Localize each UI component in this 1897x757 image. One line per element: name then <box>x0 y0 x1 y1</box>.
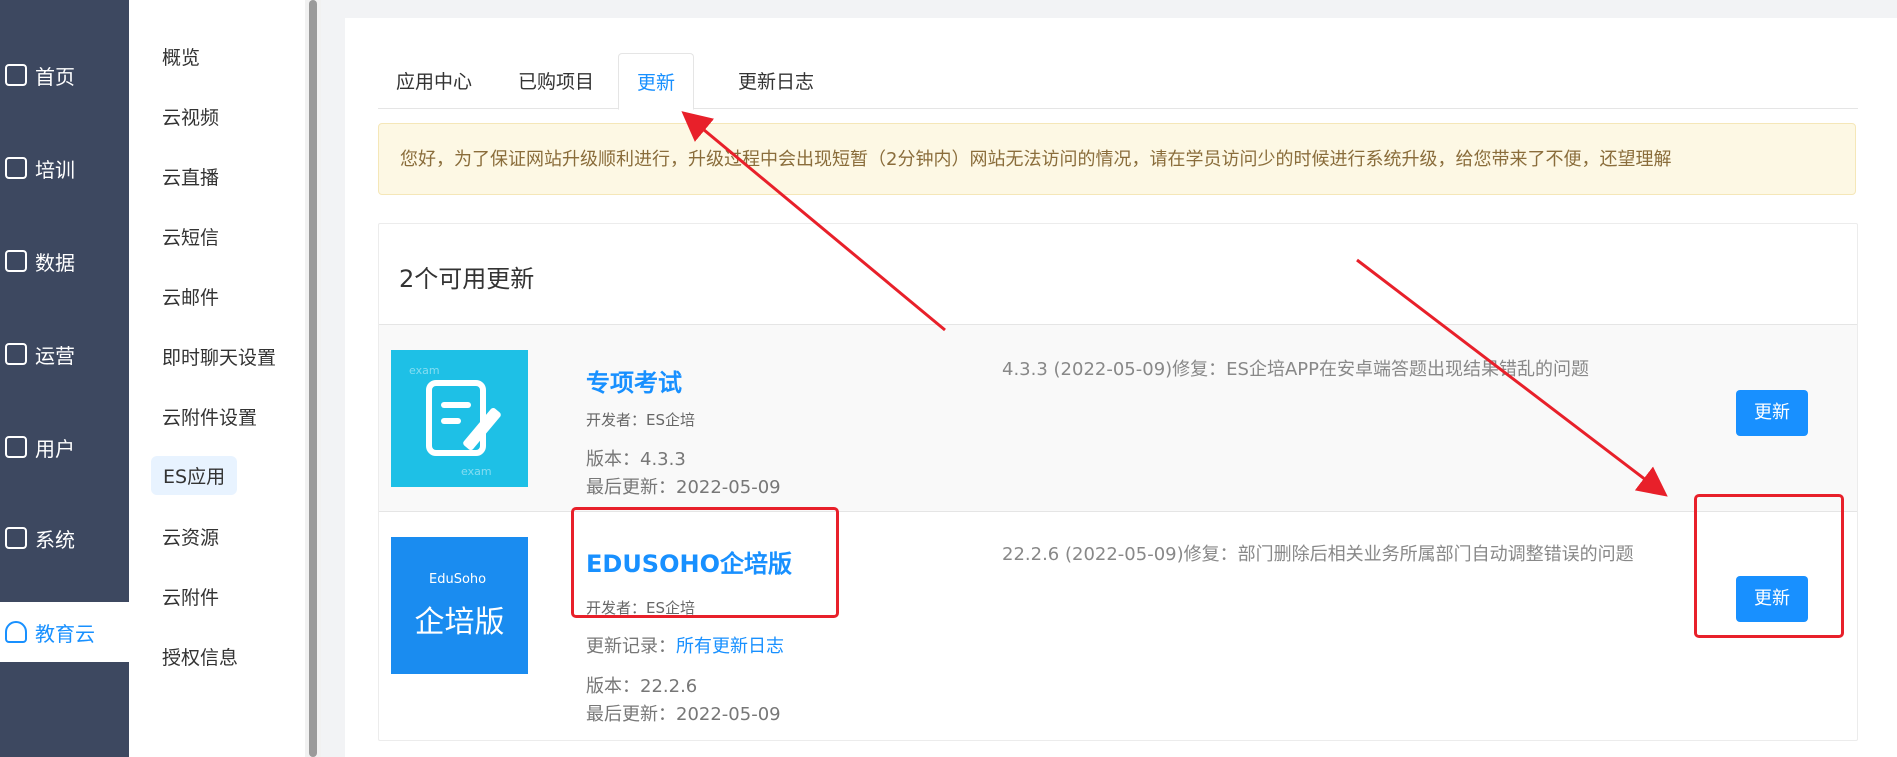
sub-nav: 概览 云视频 云直播 云短信 云邮件 即时聊天设置 云附件设置 ES应用 云资源… <box>129 0 309 757</box>
nav-item-edu-cloud[interactable]: 教育云 <box>0 602 129 662</box>
nav-item-training[interactable]: 培训 <box>0 138 129 198</box>
subnav-item-cloud-video[interactable]: 云视频 <box>162 103 219 130</box>
upgrade-warning-alert: 您好，为了保证网站升级顺利进行，升级过程中会出现短暂（2分钟内）网站无法访问的情… <box>378 123 1856 195</box>
doc-line <box>441 402 471 408</box>
subnav-item-cloud-live[interactable]: 云直播 <box>162 163 219 190</box>
main-nav: 首页 培训 数据 运营 用户 系统 教育云 <box>0 0 129 757</box>
user-icon <box>5 436 27 458</box>
app-version: 版本：22.2.6 <box>586 676 698 697</box>
app-changelog: 22.2.6 (2022-05-09)修复：部门删除后相关业务所属部门自动调整错… <box>1002 544 1634 565</box>
app-developer: 开发者：ES企培 <box>586 411 695 429</box>
nav-item-label: 用户 <box>35 436 75 461</box>
nav-item-system[interactable]: 系统 <box>0 508 129 568</box>
thumb-title: 企培版 <box>414 605 505 640</box>
subnav-item-attachment-settings[interactable]: 云附件设置 <box>162 403 257 430</box>
app-last-updated: 最后更新：2022-05-09 <box>586 704 781 725</box>
main-content: 应用中心 已购项目 更新 更新日志 您好，为了保证网站升级顺利进行，升级过程中会… <box>345 18 1897 757</box>
all-update-logs-link[interactable]: 所有更新日志 <box>676 636 784 657</box>
command-icon <box>5 343 27 365</box>
nav-item-home[interactable]: 首页 <box>0 45 129 105</box>
nav-item-label: 培训 <box>35 157 75 182</box>
subnav-item-cloud-email[interactable]: 云邮件 <box>162 283 219 310</box>
annotation-box-app-title <box>571 507 839 618</box>
panel-title: 2个可用更新 <box>399 265 535 293</box>
nav-item-label: 系统 <box>35 527 75 552</box>
subnav-item-overview[interactable]: 概览 <box>162 43 200 70</box>
nav-item-operations[interactable]: 运营 <box>0 324 129 384</box>
tab-updates[interactable]: 更新 <box>618 53 695 110</box>
app-update-record: 更新记录：所有更新日志 <box>586 632 784 658</box>
subnav-item-es-apps[interactable]: ES应用 <box>151 456 238 495</box>
list-item: exam exam 专项考试 开发者：ES企培 版本：4.3.3 最后更新：20… <box>379 325 1857 512</box>
tab-bar: 应用中心 已购项目 更新 更新日志 <box>378 53 1858 110</box>
app-title[interactable]: 专项考试 <box>586 363 682 398</box>
nav-item-label: 首页 <box>35 64 75 89</box>
tab-purchased[interactable]: 已购项目 <box>500 53 612 108</box>
nav-item-users[interactable]: 用户 <box>0 417 129 477</box>
app-changelog: 4.3.3 (2022-05-09)修复：ES企培APP在安卓端答题出现结果错乱… <box>1002 359 1589 380</box>
bar-chart-icon <box>5 250 27 272</box>
thumb-watermark: exam <box>409 364 440 377</box>
subnav-item-cloud-sms[interactable]: 云短信 <box>162 223 219 250</box>
nav-item-label: 数据 <box>35 250 75 275</box>
tab-app-center[interactable]: 应用中心 <box>378 53 490 108</box>
updates-panel: 2个可用更新 exam exam 专项考试 开发者：ES企培 版本：4.3.3 … <box>378 223 1858 741</box>
annotation-box-update-button <box>1694 494 1844 638</box>
subnav-item-license-info[interactable]: 授权信息 <box>162 643 238 670</box>
subnav-item-cloud-attachments[interactable]: 云附件 <box>162 583 219 610</box>
scrollbar-thumb[interactable] <box>309 0 317 757</box>
nav-item-label: 教育云 <box>35 621 95 646</box>
chart-icon <box>5 64 27 86</box>
brand-logo-text: EduSoho <box>429 572 487 587</box>
update-button[interactable]: 更新 <box>1736 390 1808 436</box>
app-last-updated: 最后更新：2022-05-09 <box>586 477 781 498</box>
nav-item-label: 运营 <box>35 343 75 368</box>
doc-line <box>441 418 461 424</box>
app-thumbnail-edusoho: EduSoho 企培版 <box>391 537 528 674</box>
subnav-item-chat-settings[interactable]: 即时聊天设置 <box>162 343 276 370</box>
nav-item-data[interactable]: 数据 <box>0 231 129 291</box>
subnav-item-cloud-resources[interactable]: 云资源 <box>162 523 219 550</box>
gear-icon <box>5 527 27 549</box>
tab-update-log[interactable]: 更新日志 <box>720 53 832 108</box>
update-record-label: 更新记录： <box>586 636 676 657</box>
cloud-icon <box>5 621 27 643</box>
app-version: 版本：4.3.3 <box>586 449 686 470</box>
book-icon <box>5 157 27 179</box>
app-thumbnail-exam: exam exam <box>391 350 528 487</box>
thumb-watermark: exam <box>461 465 492 478</box>
